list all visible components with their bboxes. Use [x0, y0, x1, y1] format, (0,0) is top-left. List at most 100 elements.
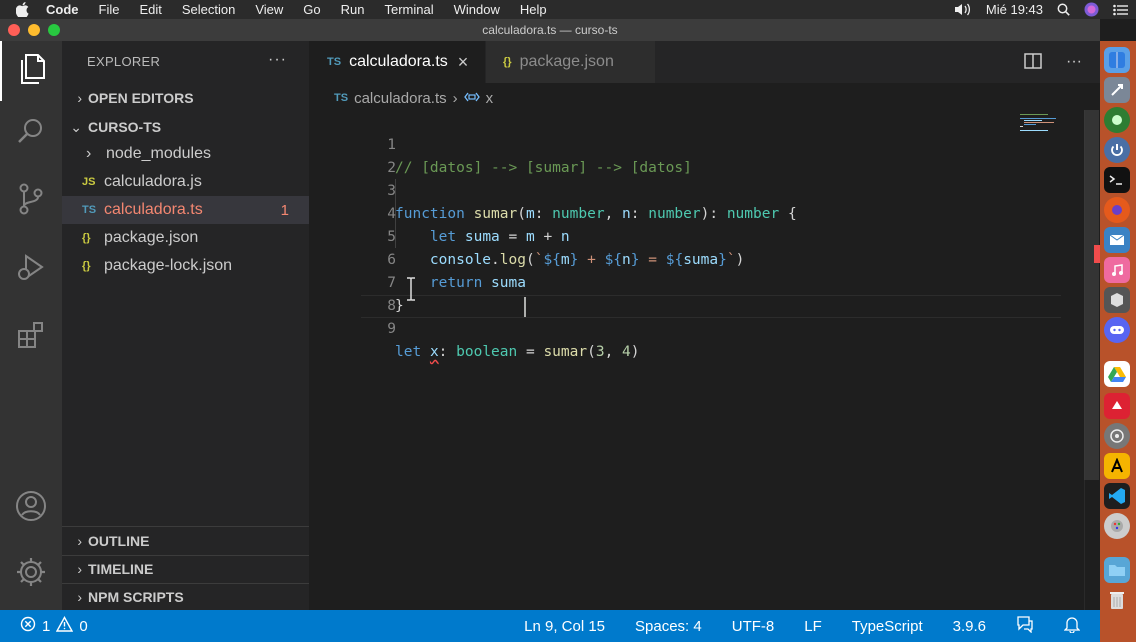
- system-preferences-icon[interactable]: [1104, 423, 1130, 449]
- code-line-1: 1 // [datos] --> [sumar] --> [datos]: [309, 111, 692, 176]
- js-file-icon: JS: [82, 176, 96, 188]
- menu-selection[interactable]: Selection: [182, 2, 235, 17]
- menu-help[interactable]: Help: [520, 2, 547, 17]
- virtualbox-icon[interactable]: [1104, 287, 1130, 313]
- code-line-3: 3 function sumar(m: number, n: number): …: [309, 157, 797, 222]
- app-red-icon[interactable]: [1104, 393, 1130, 419]
- menu-view[interactable]: View: [255, 2, 283, 17]
- menu-window[interactable]: Window: [454, 2, 500, 17]
- app-palette-icon[interactable]: [1104, 513, 1130, 539]
- line-number: 4: [387, 206, 396, 222]
- macos-dock: [1100, 41, 1136, 642]
- open-editors-section[interactable]: › OPEN EDITORS: [62, 84, 309, 112]
- launchpad-icon[interactable]: [1104, 77, 1130, 103]
- macos-menubar: Code File Edit Selection View Go Run Ter…: [0, 0, 1136, 19]
- tree-item-label: package.json: [104, 229, 199, 246]
- project-folder-section[interactable]: ⌄ CURSO-TS: [62, 113, 309, 141]
- window-close-button[interactable]: [8, 24, 20, 36]
- vscode-icon[interactable]: [1104, 483, 1130, 509]
- google-drive-icon[interactable]: [1104, 361, 1130, 387]
- window-title: calculadora.ts — curso-ts: [482, 23, 618, 37]
- menubar-clock[interactable]: Mié 19:43: [986, 2, 1043, 17]
- editor-tab-bar: TS calculadora.ts × {} package.json ···: [309, 41, 1100, 83]
- power-icon[interactable]: [1104, 137, 1130, 163]
- code-line-4: 4 let suma = m + n: [309, 180, 569, 245]
- activity-source-control[interactable]: [0, 171, 62, 231]
- feedback-icon[interactable]: [1016, 615, 1034, 637]
- problems-indicator[interactable]: 1 0: [20, 610, 88, 642]
- chevron-right-icon: ›: [86, 145, 92, 162]
- notification-center-icon[interactable]: [1113, 4, 1128, 16]
- close-icon[interactable]: ×: [458, 52, 469, 73]
- tree-file-calculadora-js[interactable]: JS calculadora.js: [62, 168, 309, 196]
- explorer-more-actions[interactable]: ···: [268, 51, 287, 69]
- split-editor-icon[interactable]: [1024, 53, 1042, 74]
- menu-app-name[interactable]: Code: [46, 2, 79, 17]
- tree-file-package-json[interactable]: {} package.json: [62, 224, 309, 252]
- cursor-position[interactable]: Ln 9, Col 15: [524, 618, 605, 635]
- code-line-7: 7 }: [309, 249, 404, 314]
- window-minimize-button[interactable]: [28, 24, 40, 36]
- siri-icon[interactable]: [1084, 2, 1099, 17]
- typescript-version[interactable]: 3.9.6: [953, 618, 986, 635]
- activity-extensions[interactable]: [0, 306, 62, 366]
- volume-icon[interactable]: [954, 3, 972, 16]
- spotlight-search-icon[interactable]: [1057, 3, 1070, 16]
- line-number: 7: [387, 275, 396, 291]
- line-number: 1: [387, 137, 396, 153]
- tree-file-calculadora-ts[interactable]: TS calculadora.ts 1: [62, 196, 309, 224]
- activity-accounts[interactable]: [0, 478, 62, 538]
- code-editor[interactable]: 1 // [datos] --> [sumar] --> [datos] 2 3…: [309, 110, 1084, 610]
- source-control-icon: [17, 183, 45, 220]
- activity-manage[interactable]: [0, 544, 62, 604]
- chevron-right-icon: ›: [77, 589, 82, 605]
- music-icon[interactable]: [1104, 257, 1130, 283]
- menu-edit[interactable]: Edit: [139, 2, 161, 17]
- tab-package-json[interactable]: {} package.json: [486, 41, 655, 83]
- firefox-icon[interactable]: [1104, 197, 1130, 223]
- npm-scripts-section[interactable]: › NPM SCRIPTS: [62, 583, 309, 611]
- language-mode[interactable]: TypeScript: [852, 618, 923, 635]
- trash-icon[interactable]: [1104, 587, 1130, 613]
- line-number: 9: [387, 321, 396, 337]
- app-green-icon[interactable]: [1104, 107, 1130, 133]
- menu-terminal[interactable]: Terminal: [385, 2, 434, 17]
- activity-explorer[interactable]: [0, 41, 62, 101]
- code-line-9: 9 let x: boolean = sumar(3, 4): [309, 295, 639, 360]
- breadcrumb-symbol[interactable]: x: [486, 90, 494, 107]
- outline-section[interactable]: › OUTLINE: [62, 527, 309, 555]
- menubar-status-area: Mié 19:43: [954, 0, 1128, 19]
- tab-calculadora-ts[interactable]: TS calculadora.ts ×: [309, 41, 485, 83]
- indentation[interactable]: Spaces: 4: [635, 618, 702, 635]
- apple-icon[interactable]: [16, 2, 34, 17]
- discord-icon[interactable]: [1104, 317, 1130, 343]
- tree-item-label: calculadora.js: [104, 173, 202, 190]
- breadcrumb-file[interactable]: calculadora.ts: [354, 90, 447, 107]
- finder-icon[interactable]: [1104, 47, 1130, 73]
- activity-run-debug[interactable]: [0, 239, 62, 299]
- file-encoding[interactable]: UTF-8: [732, 618, 775, 635]
- window-zoom-button[interactable]: [48, 24, 60, 36]
- breadcrumb: TS calculadora.ts › x: [334, 88, 493, 108]
- notifications-bell-icon[interactable]: [1063, 615, 1081, 637]
- minimap[interactable]: [1018, 112, 1080, 132]
- code-comment: // [datos] --> [sumar] --> [datos]: [395, 160, 692, 176]
- terminal-icon[interactable]: [1104, 167, 1130, 193]
- more-actions-icon[interactable]: ···: [1066, 53, 1082, 74]
- thunderbird-icon[interactable]: [1104, 227, 1130, 253]
- tree-folder-node-modules[interactable]: › node_modules: [62, 140, 309, 168]
- app-a-icon[interactable]: [1104, 453, 1130, 479]
- code-text: let x: boolean = sumar(3, 4): [395, 344, 640, 360]
- menu-go[interactable]: Go: [303, 2, 320, 17]
- folder-icon[interactable]: [1104, 557, 1130, 583]
- scrollbar-thumb[interactable]: [1084, 110, 1099, 480]
- menu-run[interactable]: Run: [341, 2, 365, 17]
- end-of-line[interactable]: LF: [804, 618, 822, 635]
- error-count-badge: 1: [280, 201, 289, 219]
- tree-file-package-lock-json[interactable]: {} package-lock.json: [62, 252, 309, 280]
- menu-file[interactable]: File: [99, 2, 120, 17]
- json-file-icon: {}: [503, 56, 512, 68]
- activity-search[interactable]: [0, 103, 62, 163]
- line-number: 2: [387, 160, 396, 176]
- timeline-section[interactable]: › TIMELINE: [62, 555, 309, 583]
